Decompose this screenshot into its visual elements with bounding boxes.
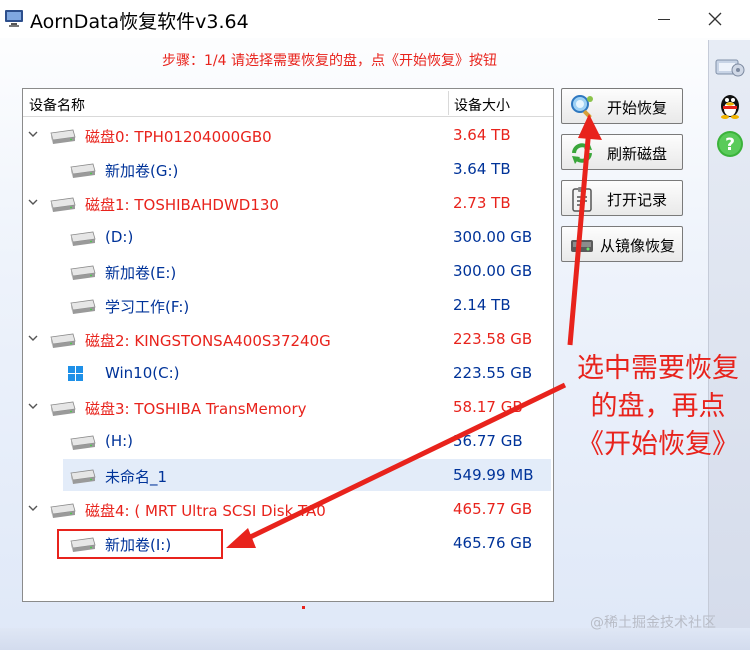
disk-name: 磁盘2: KINGSTONSA400S37240G [85, 332, 331, 350]
volume-row[interactable]: 学习工作(F:) 2.14 TB [23, 288, 553, 322]
red-marker [302, 606, 305, 609]
volume-size: 549.99 MB [453, 466, 534, 484]
hard-drive-icon [70, 435, 96, 450]
clipboard-icon [572, 187, 592, 212]
hard-drive-icon [70, 265, 96, 280]
watermark: @稀土掘金技术社区 [590, 615, 716, 631]
annotation-line-2: 的盘，再点 [590, 391, 726, 422]
magnifier-icon [571, 95, 593, 119]
title-bar: AornData恢复软件v3.64 [0, 0, 750, 38]
annotation-text: 选中需要恢复 的盘，再点 《开始恢复》 [566, 350, 750, 464]
volume-name: 新加卷(I:) [105, 536, 172, 554]
volume-name: 未命名_1 [105, 468, 168, 486]
annotation-line-3: 《开始恢复》 [577, 429, 739, 460]
volume-name: 学习工作(F:) [105, 298, 190, 316]
column-header-size[interactable]: 设备大小 [454, 95, 510, 115]
open-record-button[interactable]: 打开记录 [561, 180, 683, 216]
refresh-icon [572, 142, 592, 164]
disk-image-icon [571, 240, 593, 252]
svg-text:?: ? [725, 135, 735, 155]
device-list-panel: 设备名称 设备大小 磁盘0: TPH01204000GB0 3.64 TB 新加卷(… [22, 88, 554, 602]
volume-row[interactable]: (H:) 56.77 GB [23, 424, 553, 458]
disk-row[interactable]: 磁盘0: TPH01204000GB0 3.64 TB [23, 118, 553, 152]
hard-drive-icon [70, 163, 96, 178]
disk-name: 磁盘0: TPH01204000GB0 [85, 128, 272, 146]
qq-penguin-icon[interactable] [714, 88, 746, 120]
hard-drive-icon [50, 129, 76, 144]
chevron-down-icon[interactable] [27, 400, 39, 412]
refresh-disk-label: 刷新磁盘 [607, 145, 668, 163]
disk-size: 465.77 GB [453, 500, 533, 518]
hard-drive-icon [50, 401, 76, 416]
chevron-down-icon[interactable] [27, 332, 39, 344]
hard-drive-icon [70, 299, 96, 314]
volume-name: (D:) [105, 228, 134, 246]
disk-row[interactable]: 磁盘4: ( MRT Ultra SCSI Disk TA0 465.77 GB [23, 492, 553, 526]
hard-drive-icon [70, 469, 96, 484]
annotation-line-1: 选中需要恢复 [577, 353, 739, 384]
chevron-down-icon[interactable] [27, 502, 39, 514]
disk-size: 223.58 GB [453, 330, 533, 348]
app-monitor-icon [5, 10, 23, 27]
disk-name: 磁盘1: TOSHIBAHDWD130 [85, 196, 279, 214]
chevron-down-icon[interactable] [27, 128, 39, 140]
help-icon[interactable]: ? [714, 128, 746, 160]
hard-drive-icon [70, 537, 96, 552]
disk-size: 3.64 TB [453, 126, 511, 144]
disk-row[interactable]: 磁盘3: TOSHIBA TransMemory 58.17 GB [23, 390, 553, 424]
step-instruction: 步骤：1/4 请选择需要恢复的盘，点《开始恢复》按钮 [162, 53, 497, 69]
minimize-button[interactable] [650, 6, 680, 32]
volume-row[interactable]: (D:) 300.00 GB [23, 220, 553, 254]
volume-size: 3.64 TB [453, 160, 511, 178]
restore-from-image-label: 从镜像恢复 [600, 237, 676, 255]
disk-size: 58.17 GB [453, 398, 523, 416]
disk-row[interactable]: 磁盘2: KINGSTONSA400S37240G 223.58 GB [23, 322, 553, 356]
volume-name: Win10(C:) [105, 364, 180, 382]
disk-row[interactable]: 磁盘1: TOSHIBAHDWD130 2.73 TB [23, 186, 553, 220]
window-title: AornData恢复软件v3.64 [30, 11, 249, 33]
disk-size: 2.73 TB [453, 194, 511, 212]
volume-size: 465.76 GB [453, 534, 533, 552]
volume-row[interactable]: 未命名_1 549.99 MB [23, 458, 553, 492]
disk-name: 磁盘4: ( MRT Ultra SCSI Disk TA0 [85, 502, 326, 520]
start-recover-button[interactable]: 开始恢复 [561, 88, 683, 124]
volume-row[interactable]: Win10(C:) 223.55 GB [23, 356, 553, 390]
device-list-header: 设备名称 设备大小 [23, 89, 553, 117]
close-button[interactable] [700, 6, 730, 32]
volume-row[interactable]: 新加卷(E:) 300.00 GB [23, 254, 553, 288]
computer-icon[interactable] [714, 50, 746, 82]
side-toolbar: ? [708, 40, 750, 630]
hard-drive-icon [50, 503, 76, 518]
volume-size: 2.14 TB [453, 296, 511, 314]
column-header-name[interactable]: 设备名称 [29, 95, 85, 115]
hard-drive-icon [50, 333, 76, 348]
volume-size: 300.00 GB [453, 262, 533, 280]
hard-drive-icon [50, 197, 76, 212]
app-window: AornData恢复软件v3.64 步骤：1/4 请选择需要恢复的盘，点《开始恢… [0, 0, 750, 650]
volume-name: (H:) [105, 432, 134, 450]
volume-row[interactable]: 新加卷(G:) 3.64 TB [23, 152, 553, 186]
column-divider [448, 91, 449, 115]
close-icon [708, 12, 722, 26]
start-recover-label: 开始恢复 [607, 99, 668, 117]
windows-icon [68, 366, 83, 381]
open-record-label: 打开记录 [607, 191, 668, 209]
volume-size: 223.55 GB [453, 364, 533, 382]
restore-from-image-button[interactable]: 从镜像恢复 [561, 226, 683, 262]
disk-name: 磁盘3: TOSHIBA TransMemory [85, 400, 307, 418]
refresh-disk-button[interactable]: 刷新磁盘 [561, 134, 683, 170]
volume-row[interactable]: 新加卷(I:) 465.76 GB [23, 526, 553, 560]
volume-size: 300.00 GB [453, 228, 533, 246]
hard-drive-icon [70, 231, 96, 246]
volume-name: 新加卷(E:) [105, 264, 177, 282]
volume-name: 新加卷(G:) [105, 162, 179, 180]
volume-size: 56.77 GB [453, 432, 523, 450]
chevron-down-icon[interactable] [27, 196, 39, 208]
